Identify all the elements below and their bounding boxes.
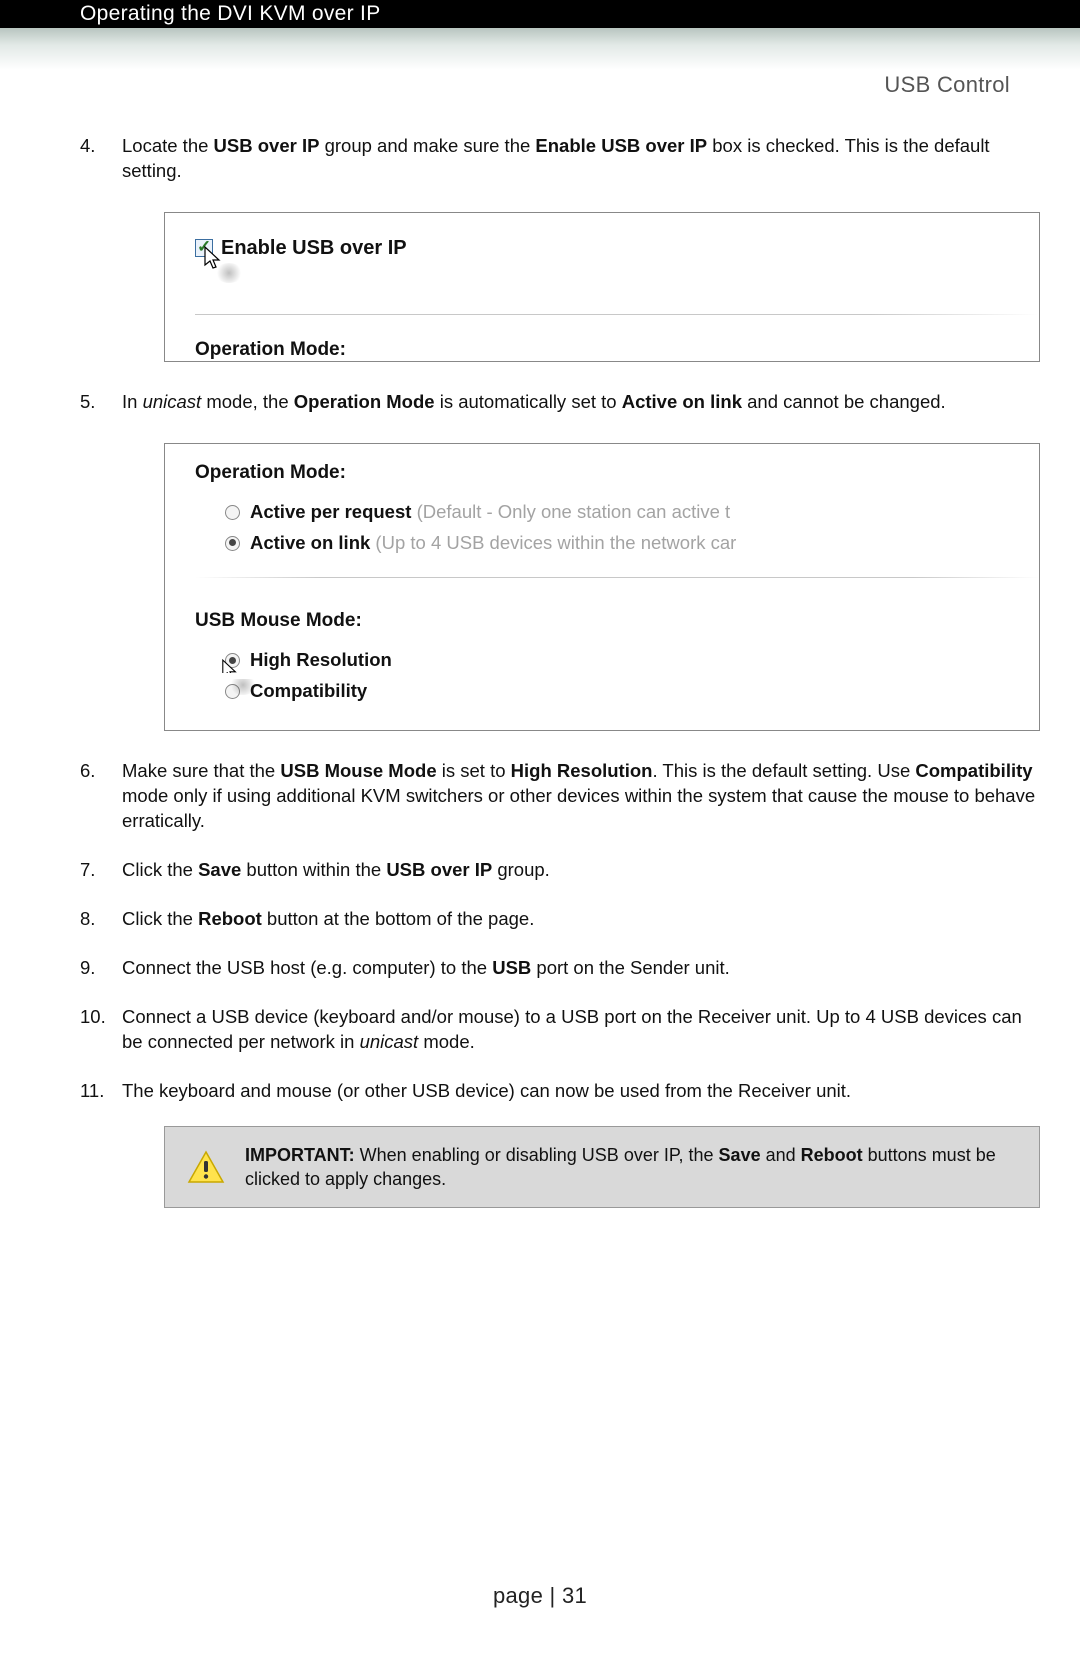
text: When enabling or disabling USB over IP, …: [355, 1145, 719, 1165]
text: group and make sure the: [319, 135, 535, 156]
text: Operation Mode: [294, 391, 435, 412]
smudge: [215, 263, 243, 283]
text: mode only if using additional KVM switch…: [122, 785, 1035, 831]
text: and: [761, 1145, 801, 1165]
radio-active-on-link: Active on link (Up to 4 USB devices with…: [195, 531, 1039, 556]
important-note: IMPORTANT: When enabling or disabling US…: [164, 1126, 1040, 1209]
text: The keyboard and mouse (or other USB dev…: [122, 1080, 851, 1101]
cursor-icon: [221, 658, 239, 673]
text: Enable USB over IP: [535, 135, 707, 156]
text: Reboot: [198, 908, 262, 929]
step-10: Connect a USB device (keyboard and/or mo…: [80, 1005, 1040, 1055]
text: Active per request: [250, 501, 411, 522]
text: Compatibility: [915, 760, 1032, 781]
screenshot-box-1: Enable USB over IP Operation Mode: Activ…: [164, 212, 1040, 362]
step-11: The keyboard and mouse (or other USB dev…: [80, 1079, 1040, 1209]
text: USB Mouse Mode: [280, 760, 436, 781]
operation-mode-label: Operation Mode:: [195, 460, 1039, 486]
operation-mode-label: Operation Mode:: [195, 337, 1039, 362]
step-8: Click the Reboot button at the bottom of…: [80, 907, 1040, 932]
step-4: Locate the USB over IP group and make su…: [80, 134, 1040, 362]
text: Connect a USB device (keyboard and/or mo…: [122, 1006, 1022, 1052]
enable-usb-checkbox-row: Enable USB over IP: [195, 235, 1039, 262]
text: Save: [719, 1145, 761, 1165]
text: is set to: [437, 760, 511, 781]
text: button within the: [241, 859, 386, 880]
step-9: Connect the USB host (e.g. computer) to …: [80, 956, 1040, 981]
radio-high-resolution: High Resolution: [195, 648, 1039, 673]
radio-icon: [225, 536, 240, 551]
text: High Resolution: [250, 648, 392, 673]
text: button at the bottom of the page.: [262, 908, 535, 929]
divider: [195, 577, 1039, 578]
text: USB over IP: [214, 135, 320, 156]
text: Save: [198, 859, 241, 880]
text: mode.: [418, 1031, 475, 1052]
page-footer: page | 31: [0, 1583, 1080, 1609]
text: group.: [492, 859, 550, 880]
text: port on the Sender unit.: [531, 957, 730, 978]
text: . This is the default setting. Use: [652, 760, 915, 781]
divider: [195, 314, 1039, 315]
text: Click the: [122, 908, 198, 929]
usb-mouse-mode-label: USB Mouse Mode:: [195, 608, 1039, 634]
step-7: Click the Save button within the USB ove…: [80, 858, 1040, 883]
text: Connect the USB host (e.g. computer) to …: [122, 957, 492, 978]
text: Active on link: [250, 532, 370, 553]
radio-icon: [225, 505, 240, 520]
screenshot-box-2: Operation Mode: Active per request (Defa…: [164, 443, 1040, 731]
text: mode, the: [201, 391, 294, 412]
chapter-title: Operating the DVI KVM over IP: [80, 2, 381, 25]
text: USB over IP: [386, 859, 492, 880]
text: USB: [492, 957, 531, 978]
radio-active-per-request: Active per request (Default - Only one s…: [195, 500, 1039, 525]
text: Reboot: [801, 1145, 863, 1165]
warning-icon: [187, 1150, 225, 1184]
text: Locate the: [122, 135, 214, 156]
text: High Resolution: [511, 760, 653, 781]
text: is automatically set to: [435, 391, 622, 412]
text: Compatibility: [250, 679, 367, 704]
page-label: page |: [493, 1583, 562, 1608]
text: IMPORTANT:: [245, 1145, 355, 1165]
page-number: 31: [562, 1583, 587, 1608]
text: (Up to 4 USB devices within the network …: [370, 532, 736, 553]
text: Click the: [122, 859, 198, 880]
page-content: Locate the USB over IP group and make su…: [0, 98, 1080, 1208]
text: Active on link: [622, 391, 742, 412]
text: and cannot be changed.: [742, 391, 946, 412]
gradient-divider: [0, 28, 1080, 70]
text: In: [122, 391, 143, 412]
text: unicast: [360, 1031, 419, 1052]
radio-compatibility: Compatibility: [195, 679, 1039, 704]
step-5: In unicast mode, the Operation Mode is a…: [80, 390, 1040, 731]
step-6: Make sure that the USB Mouse Mode is set…: [80, 759, 1040, 834]
text: unicast: [143, 391, 202, 412]
chapter-header: Operating the DVI KVM over IP: [0, 0, 1080, 28]
checkbox-label: Enable USB over IP: [221, 235, 407, 262]
text: (Default - Only one station can active t: [411, 501, 730, 522]
text: Make sure that the: [122, 760, 280, 781]
section-title: USB Control: [0, 70, 1080, 98]
